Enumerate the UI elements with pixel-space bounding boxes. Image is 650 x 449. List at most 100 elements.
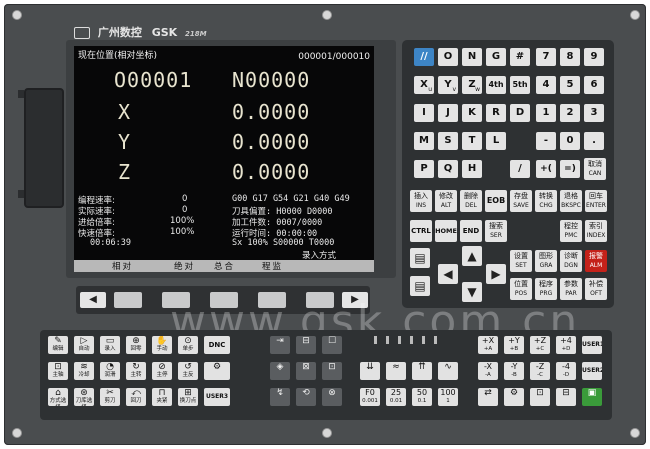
jog-minus-z-button[interactable]: -Z -C — [530, 362, 550, 380]
key-6[interactable]: 6 — [584, 76, 604, 94]
page-up-icon[interactable]: ▤ — [410, 248, 430, 268]
key-slash[interactable]: / — [510, 160, 530, 178]
key-cancel[interactable]: 取消 CAN — [584, 158, 606, 180]
key-8[interactable]: 8 — [560, 48, 580, 66]
key-insert[interactable]: 插入 INS — [410, 190, 432, 212]
key-x[interactable]: Xu — [414, 76, 434, 94]
key-y[interactable]: Yv — [438, 76, 458, 94]
mode-dnc-button[interactable]: DNC — [204, 336, 230, 354]
key-search[interactable]: 搜索 SER — [485, 220, 507, 242]
jog-plus-z-button[interactable]: +Z +C — [530, 336, 550, 354]
rapid-f0-button[interactable]: F0 0.001 — [360, 388, 380, 406]
key-s[interactable]: S — [438, 132, 458, 150]
key-eob[interactable]: EOB — [485, 190, 507, 212]
machine-lock-button[interactable]: ⊠ — [296, 362, 316, 380]
dry-run-button[interactable]: ☐ — [322, 336, 342, 354]
key-9[interactable]: 9 — [584, 48, 604, 66]
page-down-icon[interactable]: ▤ — [410, 276, 430, 296]
restart-button[interactable]: ⟲ — [296, 388, 316, 406]
cut-button[interactable]: ✂ 剪刀 — [100, 388, 120, 406]
key-r[interactable]: R — [486, 104, 506, 122]
user3-button[interactable]: USER3 — [204, 388, 230, 406]
key-alter[interactable]: 修改 ALT — [435, 190, 457, 212]
key-p[interactable]: P — [414, 160, 434, 178]
single-block-button[interactable]: ⇥ — [270, 336, 290, 354]
feed-up-button[interactable]: ⇈ — [412, 362, 432, 380]
skip-button[interactable]: ⊟ — [296, 336, 316, 354]
key-2[interactable]: 2 — [560, 104, 580, 122]
coolant-button[interactable]: ≋ 冷却 — [74, 362, 94, 380]
key-h[interactable]: H — [462, 160, 482, 178]
tool-change-button[interactable]: ⚙ — [204, 362, 230, 380]
key-m[interactable]: M — [414, 132, 434, 150]
softkey-prev-button[interactable]: ◀ — [80, 292, 106, 308]
key-index[interactable]: 索引 INDEX — [585, 220, 607, 242]
jog-minus-y-button[interactable]: -Y -B — [504, 362, 524, 380]
key-alarm[interactable]: 报警 ALM — [585, 250, 607, 272]
spindle-ccw-button[interactable]: ↺ 主反 — [178, 362, 198, 380]
key-n[interactable]: N — [462, 48, 482, 66]
key-t[interactable]: T — [462, 132, 482, 150]
mode-step-button[interactable]: ⊙ 单步 — [178, 336, 198, 354]
key-7[interactable]: 7 — [536, 48, 556, 66]
cycle-start-button[interactable]: ▣ — [582, 388, 602, 406]
mode-mdi-button[interactable]: ▭ 录入 — [100, 336, 120, 354]
feed-100-button[interactable]: ≈ — [386, 362, 406, 380]
key-offset[interactable]: 补偿 OFT — [585, 278, 607, 300]
user1-button[interactable]: USER1 — [582, 336, 602, 354]
tool-return-button[interactable]: ⤺ 回刀 — [126, 388, 146, 406]
key-end[interactable]: END — [460, 220, 482, 242]
key-enter[interactable]: 回车 ENTER — [585, 190, 607, 212]
lube-button[interactable]: ◔ 润滑 — [100, 362, 120, 380]
feed-hold-aux-button[interactable]: ⊡ — [530, 388, 550, 406]
jog-plus-x-button[interactable]: +X +A — [478, 336, 498, 354]
spindle-cw-button[interactable]: ↻ 主转 — [126, 362, 146, 380]
key-i[interactable]: I — [414, 104, 434, 122]
key-save[interactable]: 存盘 SAVE — [510, 190, 532, 212]
key-comment[interactable]: // — [414, 48, 434, 66]
magazine-select-button[interactable]: ⊛刀库选择 — [74, 388, 94, 406]
key-equals-paren[interactable]: =) — [560, 160, 580, 178]
rapid-50-button[interactable]: 50 0.1 — [412, 388, 432, 406]
feed-hold-button[interactable]: ⊗ — [322, 388, 342, 406]
key-1[interactable]: 1 — [536, 104, 556, 122]
key-home[interactable]: HOME — [435, 220, 457, 242]
jog-minus-x-button[interactable]: -X -A — [478, 362, 498, 380]
cursor-left-icon[interactable]: ◀ — [438, 264, 458, 284]
clamp-button[interactable]: ⊓ 夹紧 — [152, 388, 172, 406]
mode-select-button[interactable]: ⌂方式选择 — [48, 388, 68, 406]
mode-manual-button[interactable]: ✋ 手动 — [152, 336, 172, 354]
key-4th[interactable]: 4th — [486, 76, 506, 94]
cursor-right-icon[interactable]: ▶ — [486, 264, 506, 284]
key-change[interactable]: 转换 CHG — [535, 190, 557, 212]
cycle-start-aux-button[interactable]: ⇄ — [478, 388, 498, 406]
optional-stop-button[interactable]: ◈ — [270, 362, 290, 380]
spindle-button[interactable]: ⊡ 主轴 — [48, 362, 68, 380]
spindle-stop-button[interactable]: ⊘ 主停 — [152, 362, 172, 380]
key-q[interactable]: Q — [438, 160, 458, 178]
key-l[interactable]: L — [486, 132, 506, 150]
key-3[interactable]: 3 — [584, 104, 604, 122]
key-set[interactable]: 设置 SET — [510, 250, 532, 272]
handwheel-button[interactable]: ↯ — [270, 388, 290, 406]
rapid-100-button[interactable]: 100 1 — [438, 388, 458, 406]
key-z[interactable]: Zw — [462, 76, 482, 94]
rapid-button[interactable]: ∿ — [438, 362, 458, 380]
tool-change-point-button[interactable]: ⊞ 换刀点 — [178, 388, 198, 406]
card-slot[interactable] — [24, 88, 64, 208]
tool-magazine-button[interactable]: ⚙ — [504, 388, 524, 406]
mode-auto-button[interactable]: ▷ 自动 — [74, 336, 94, 354]
key-plus-paren[interactable]: +( — [536, 160, 556, 178]
key-5[interactable]: 5 — [560, 76, 580, 94]
key-graphic[interactable]: 图形 GRA — [535, 250, 557, 272]
mode-zero-return-button[interactable]: ⊕ 回零 — [126, 336, 146, 354]
jog-plus-y-button[interactable]: +Y +B — [504, 336, 524, 354]
key-ctrl[interactable]: CTRL — [410, 220, 432, 242]
key-backspace[interactable]: 退格 BKSPC — [560, 190, 582, 212]
cursor-up-icon[interactable]: ▲ — [462, 246, 482, 266]
key-j[interactable]: J — [438, 104, 458, 122]
key-pmc[interactable]: 程控 PMC — [560, 220, 582, 242]
feed-down-button[interactable]: ⇊ — [360, 362, 380, 380]
cycle-pause-button[interactable]: ⊟ — [556, 388, 576, 406]
key-hash[interactable]: # — [510, 48, 530, 66]
